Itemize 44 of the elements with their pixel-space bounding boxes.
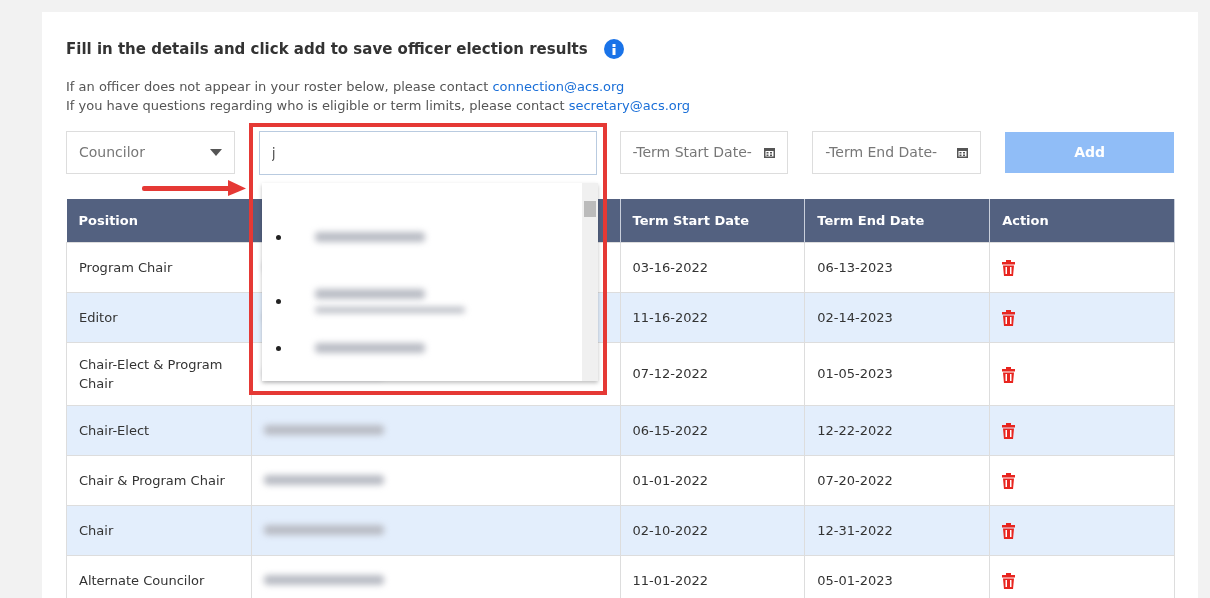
table-cell: Chair <box>66 505 252 556</box>
help-text: If an officer does not appear in your roster below, please contact connection@acs.org <box>66 77 626 96</box>
table-cell: 11-16-2022 <box>620 292 805 343</box>
email-link[interactable]: connection@acs.org <box>492 78 625 94</box>
table-cell: Chair-Elect <box>66 405 252 456</box>
email-link[interactable]: secretary@acs.org <box>568 97 691 113</box>
section-heading: Fill in the details and click add to save officer election results <box>66 39 588 60</box>
trash-icon[interactable] <box>1002 423 1016 440</box>
help-text: If you have questions regarding who is eligible or term limits, please contact secretary@acs.org <box>66 96 692 115</box>
column-header: Term End Date <box>804 198 990 243</box>
column-header: Term Start Date <box>620 198 805 243</box>
table-cell: 02-14-2023 <box>804 292 990 343</box>
table-cell: 03-16-2022 <box>620 242 805 293</box>
column-header: Action <box>989 198 1175 243</box>
trash-icon[interactable] <box>1002 523 1016 540</box>
table-cell: Editor <box>66 292 252 343</box>
trash-icon[interactable] <box>1002 366 1016 383</box>
scrollbar[interactable] <box>582 183 598 381</box>
table-cell: 12-31-2022 <box>804 505 990 556</box>
calendar-icon <box>764 147 776 158</box>
position-select[interactable]: Councilor <box>66 131 235 174</box>
trash-icon[interactable] <box>1002 573 1016 590</box>
table-cell: Chair & Program Chair <box>66 455 252 506</box>
date-field[interactable]: -Term End Date- <box>812 131 982 174</box>
table-cell: 02-10-2022 <box>620 505 805 556</box>
table-cell: 01-01-2022 <box>620 455 805 506</box>
table-cell: 06-13-2023 <box>804 242 990 293</box>
table-cell: 12-22-2022 <box>804 405 990 456</box>
date-field[interactable]: -Term Start Date- <box>619 131 789 174</box>
trash-icon[interactable] <box>1002 473 1016 490</box>
trash-icon[interactable] <box>1002 310 1016 327</box>
trash-icon[interactable] <box>1002 260 1016 277</box>
column-header: Position <box>66 198 252 243</box>
name-search-field[interactable]: j <box>258 130 597 175</box>
table-cell: Alternate Councilor <box>66 555 252 598</box>
caret-icon <box>209 149 222 156</box>
table-cell: 07-12-2022 <box>620 342 805 406</box>
table-cell: 01-05-2023 <box>804 342 990 406</box>
calendar-icon <box>957 147 969 158</box>
table-cell: 07-20-2022 <box>804 455 990 506</box>
table-cell: Chair-Elect & Program Chair <box>66 342 252 406</box>
info-icon[interactable] <box>603 39 624 60</box>
table-cell: Program Chair <box>66 242 252 293</box>
table-cell: 06-15-2022 <box>620 405 805 456</box>
